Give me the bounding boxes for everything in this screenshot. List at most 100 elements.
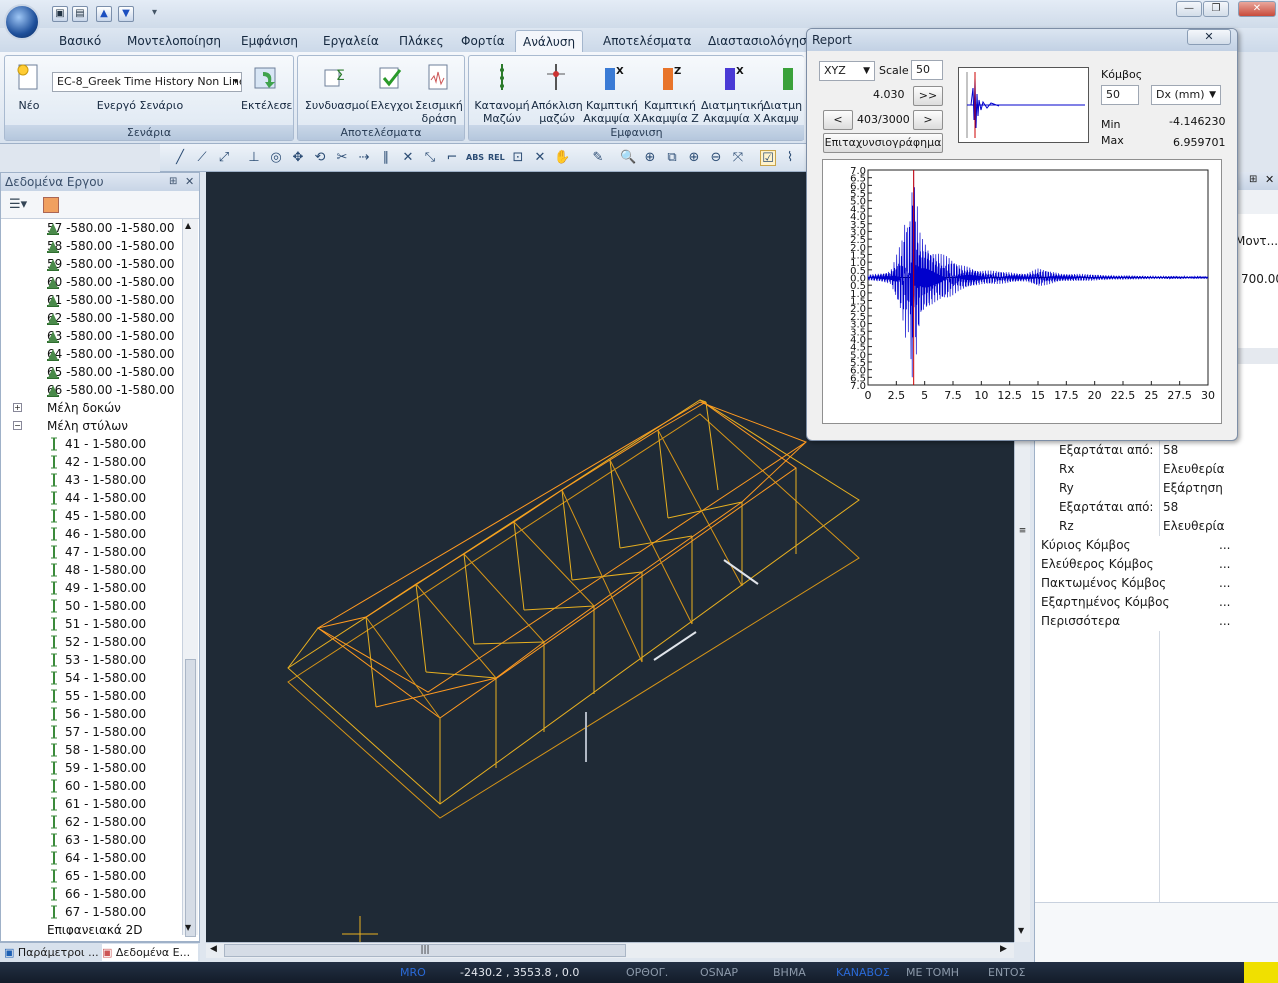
scale-icon[interactable]: ⤡ (422, 150, 438, 166)
zoom-out-icon[interactable]: ⊖ (708, 150, 724, 166)
tree-column-item[interactable]: 47 - 1-580.00 (65, 543, 146, 561)
status-ortho[interactable]: ΟΡΘΟΓ. (626, 965, 668, 980)
checks-button[interactable]: Ελεγχοι (370, 99, 414, 112)
tree-node-item[interactable]: 62 -580.00 -1-580.00 (47, 309, 175, 327)
tree-column-item[interactable]: 61 - 1-580.00 (65, 795, 146, 813)
report-close-button[interactable]: ✕ (1187, 29, 1231, 45)
property-ellipsis-button[interactable]: ... (1219, 536, 1230, 555)
tab-basic[interactable]: Βασικό (52, 30, 108, 52)
intersect-icon[interactable]: ✕ (400, 150, 416, 166)
tree-node-item[interactable]: 59 -580.00 -1-580.00 (47, 255, 175, 273)
perpendicular-icon[interactable]: ⊥ (246, 150, 262, 166)
tree-node-item[interactable]: 65 -580.00 -1-580.00 (47, 363, 175, 381)
property-row[interactable]: Rx Ελευθερία (1035, 460, 1278, 479)
cross-icon[interactable]: ✕ (532, 150, 548, 166)
expand-icon[interactable]: + (13, 403, 22, 412)
tab-slabs[interactable]: Πλάκες (392, 30, 451, 52)
line-icon[interactable]: ╱ (172, 150, 188, 166)
tree-node-item[interactable]: 64 -580.00 -1-580.00 (47, 345, 175, 363)
scenario-select[interactable]: EC-8_Greek Time History Non Line ▾ (52, 72, 242, 92)
seismic-button[interactable]: Σεισμική δράση (414, 99, 464, 125)
tree-scrollbar[interactable]: ▲ ▼ (182, 219, 198, 937)
tree-column-item[interactable]: 43 - 1-580.00 (65, 471, 146, 489)
shear-z-button[interactable]: Διατμη Ακαμψ (763, 99, 803, 125)
scroll-up-icon[interactable]: ▲ (185, 221, 191, 230)
rel-icon[interactable]: REL (488, 150, 505, 166)
zoom-extents-icon[interactable]: ⤧ (730, 150, 746, 166)
maximize-button[interactable]: ❐ (1203, 1, 1229, 17)
circle-icon[interactable]: ◎ (268, 150, 284, 166)
tab-design[interactable]: Διαστασιολόγηση (701, 30, 821, 52)
tab-parameters[interactable]: ▣ Παράμετροι ... (4, 944, 100, 961)
polyline-icon[interactable]: ⟋ (194, 150, 210, 166)
property-row[interactable]: Εξαρτάται από: 58 (1035, 498, 1278, 517)
tree-column-item[interactable]: 41 - 1-580.00 (65, 435, 146, 453)
property-row[interactable]: Ry Εξάρτηση (1035, 479, 1278, 498)
tree-group-columns[interactable]: Μέλη στύλων (11, 417, 128, 435)
property-row[interactable]: Ελεύθερος Κόμβος... (1035, 555, 1278, 574)
property-row[interactable]: Εξαρτάται από: 58 (1035, 441, 1278, 460)
check-toggle-icon[interactable]: ☑ (760, 150, 776, 166)
mode-select[interactable]: XYZ ▼ (819, 61, 875, 81)
tree-column-item[interactable]: 56 - 1-580.00 (65, 705, 146, 723)
tree-node-item[interactable]: 57 -580.00 -1-580.00 (47, 219, 175, 237)
property-ellipsis-button[interactable]: ... (1219, 593, 1230, 612)
scroll-down-icon[interactable]: ▼ (185, 923, 191, 932)
move-icon[interactable]: ✥ (290, 150, 306, 166)
status-inside[interactable]: ΕΝΤΟΣ (988, 965, 1026, 980)
collapse-icon[interactable]: − (13, 421, 22, 430)
close-panel-icon[interactable]: ✕ (1265, 173, 1274, 186)
tree-column-item[interactable]: 66 - 1-580.00 (65, 885, 146, 903)
status-step[interactable]: ΒΗΜΑ (773, 965, 806, 980)
hscroll-right-icon[interactable]: ▶ (1000, 944, 1007, 954)
tree-column-item[interactable]: 44 - 1-580.00 (65, 489, 146, 507)
abs-icon[interactable]: ABS (466, 150, 484, 166)
zoom-plus-icon[interactable]: ⊕ (686, 150, 702, 166)
customize-qa-icon[interactable]: ▾ (152, 7, 157, 18)
dof-select[interactable]: Dx (mm) ▼ (1151, 85, 1221, 105)
close-panel-icon[interactable]: ✕ (185, 173, 194, 191)
tree-group-beams[interactable]: Μέλη δοκών (11, 399, 121, 417)
refresh-icon[interactable] (43, 197, 59, 213)
bending-x-button[interactable]: Καμπτική Ακαμψία X (583, 99, 641, 125)
tree-column-item[interactable]: 49 - 1-580.00 (65, 579, 146, 597)
property-ellipsis-button[interactable]: ... (1219, 555, 1230, 574)
extend-icon[interactable]: ⤢ (216, 150, 232, 166)
corner-icon[interactable]: ⌐ (444, 150, 460, 166)
pan-icon[interactable]: ✋ (554, 150, 570, 166)
property-row[interactable]: Εξαρτημένος Κόμβος... (1035, 593, 1278, 612)
scale-input[interactable]: 50 (911, 60, 943, 80)
tree-column-item[interactable]: 55 - 1-580.00 (65, 687, 146, 705)
zoom-icon[interactable]: 🔍 (620, 150, 636, 166)
tab-modeling[interactable]: Μοντελοποίηση (120, 30, 228, 52)
tree-column-item[interactable]: 42 - 1-580.00 (65, 453, 146, 471)
status-cut[interactable]: ΜΕ ΤΟΜΗ (906, 965, 959, 980)
tree-column-item[interactable]: 65 - 1-580.00 (65, 867, 146, 885)
save-icon[interactable]: ▣ (52, 6, 68, 22)
tree-column-item[interactable]: 54 - 1-580.00 (65, 669, 146, 687)
zoom-window-icon[interactable]: ⧉ (664, 150, 680, 166)
status-grid[interactable]: ΚΑΝΑΒΟΣ (836, 965, 890, 980)
tree-column-item[interactable]: 67 - 1-580.00 (65, 903, 146, 921)
tree-column-item[interactable]: 52 - 1-580.00 (65, 633, 146, 651)
pin-icon[interactable]: ⊞ (1249, 174, 1257, 185)
tree-node-item[interactable]: 63 -580.00 -1-580.00 (47, 327, 175, 345)
hscroll-thumb[interactable]: ||| (224, 944, 626, 957)
sort-icon[interactable]: ☰▾ (9, 197, 27, 212)
open-icon[interactable]: ▤ (72, 6, 88, 22)
vscroll-down-icon[interactable]: ▼ (1018, 926, 1024, 935)
app-menu-button[interactable] (4, 4, 40, 40)
bending-z-button[interactable]: Καμπτική Ακαμψία Z (641, 99, 699, 125)
mass-eccentricity-button[interactable]: Απόκλιση μαζών (529, 99, 585, 125)
tree-node-item[interactable]: 61 -580.00 -1-580.00 (47, 291, 175, 309)
prev-step-button[interactable]: < (823, 110, 853, 130)
tree-column-item[interactable]: 59 - 1-580.00 (65, 759, 146, 777)
run-button[interactable]: Εκτέλεσε (241, 99, 292, 112)
tree-column-item[interactable]: 48 - 1-580.00 (65, 561, 146, 579)
pin-icon[interactable]: ⊞ (169, 173, 177, 191)
scroll-thumb[interactable] (185, 659, 196, 937)
up-icon[interactable]: ▲ (96, 6, 112, 22)
tree-node-item[interactable]: 66 -580.00 -1-580.00 (47, 381, 175, 399)
tree-column-item[interactable]: 50 - 1-580.00 (65, 597, 146, 615)
property-ellipsis-button[interactable]: ... (1219, 574, 1230, 593)
